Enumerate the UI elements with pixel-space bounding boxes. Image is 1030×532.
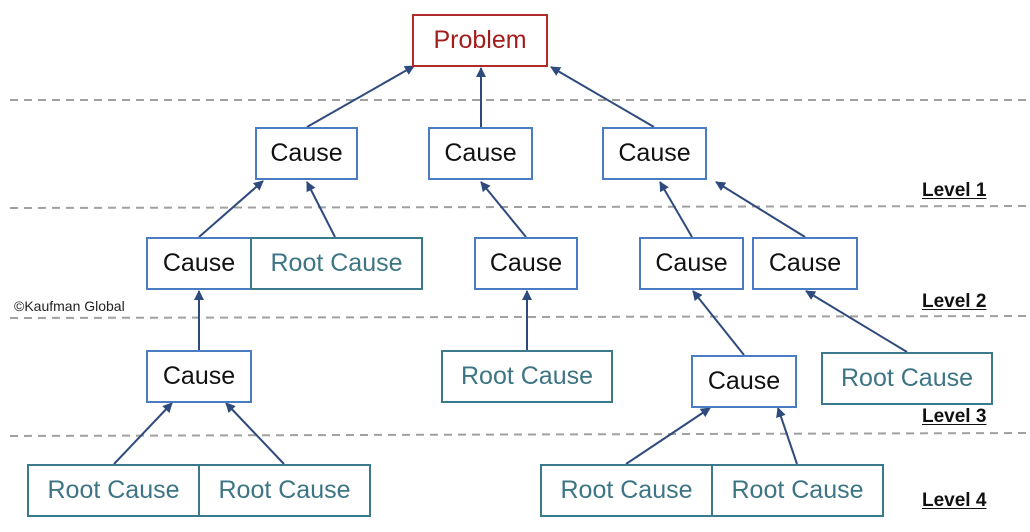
level-label-3: Level 3 [922,406,987,427]
level-divider-2 [9,205,1030,209]
arrow-r1-to-c1 [306,181,336,238]
arrow-r4-to-c8 [113,402,173,465]
cause-node: Cause [474,237,578,290]
cause-node: Cause [691,355,797,408]
problem-node: Problem [412,14,548,67]
root-cause-node: Root Cause [540,464,713,517]
arrow-c4-to-c1 [198,180,264,238]
root-cause-node: Root Cause [250,237,423,290]
root-cause-node: Root Cause [711,464,884,517]
arrow-c7-to-c3 [715,181,806,238]
arrow-c9-to-c6 [692,290,745,356]
cause-node: Cause [146,237,252,290]
arrow-r6-to-c9 [625,407,711,465]
arrow-c6-to-c3 [659,181,693,238]
level-divider-4 [9,432,1030,437]
cause-node: Cause [639,237,744,290]
arrow-c3-to-problem [550,66,655,128]
root-cause-node: Root Cause [198,464,371,517]
root-cause-tree-diagram: Problem Cause Cause Cause Cause Root Cau… [0,0,1030,532]
level-label-2: Level 2 [922,291,987,312]
cause-node: Cause [752,237,858,290]
root-cause-node: Root Cause [27,464,200,517]
arrow-r3-to-c7 [805,290,908,353]
level-label-4: Level 4 [922,490,987,511]
root-cause-node: Root Cause [441,350,613,403]
arrow-c5-to-c2 [480,181,527,238]
cause-node: Cause [602,127,707,180]
level-label-1: Level 1 [922,180,987,201]
cause-node: Cause [255,127,358,180]
root-cause-node: Root Cause [821,352,993,405]
level-divider-3 [9,315,1030,319]
cause-node: Cause [146,350,252,403]
arrow-c1-to-problem [306,65,415,128]
cause-node: Cause [428,127,533,180]
arrow-r5-to-c8 [225,402,285,465]
arrow-r7-to-c9 [776,407,798,465]
copyright-text: ©Kaufman Global [14,298,125,314]
